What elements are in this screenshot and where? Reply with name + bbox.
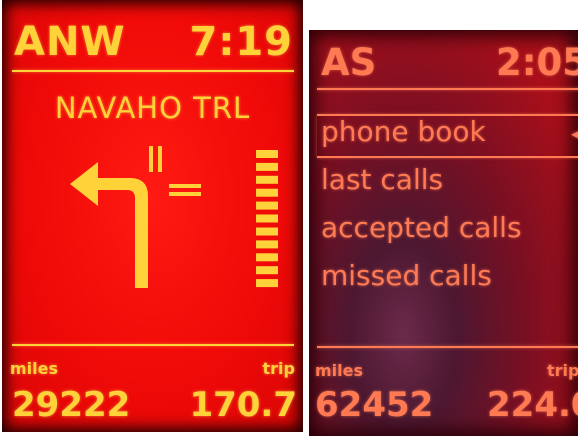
distance-bar-segment bbox=[256, 279, 278, 288]
navigation-display: ANW 7:19 NAVAHO TRL miles trip 29222 170… bbox=[2, 0, 303, 432]
distance-bar-segment bbox=[256, 201, 278, 210]
odometer-label: miles bbox=[10, 359, 59, 378]
footer-divider bbox=[12, 344, 294, 346]
screen: { "nav_display": { "station": "ANW", "ti… bbox=[0, 0, 578, 436]
odometer-value: 29222 bbox=[12, 385, 131, 425]
trip-label: trip bbox=[547, 361, 578, 380]
distance-bar-segment bbox=[256, 240, 278, 249]
distance-bar-segment bbox=[256, 188, 278, 197]
distance-bar-segment bbox=[256, 214, 278, 223]
distance-bar-segment bbox=[256, 227, 278, 236]
odometer-label: miles bbox=[315, 361, 364, 380]
distance-bar-icon bbox=[256, 150, 278, 288]
header-divider bbox=[12, 70, 294, 72]
menu-item-accepted-calls[interactable]: accepted calls bbox=[321, 214, 522, 242]
footer-divider bbox=[317, 346, 578, 348]
odometer-value: 62452 bbox=[315, 385, 434, 425]
distance-bar-segment bbox=[256, 253, 278, 262]
street-name: NAVAHO TRL bbox=[54, 91, 251, 125]
trip-label: trip bbox=[262, 359, 295, 378]
distance-bar-segment bbox=[256, 175, 278, 184]
header-divider bbox=[317, 88, 578, 90]
clock: 2:05 bbox=[496, 41, 578, 84]
crossroad-icon bbox=[149, 146, 201, 196]
phone-menu-display: AS 2:05 phone book ◂ last calls accepted… bbox=[309, 30, 578, 436]
trip-value: 224.0 bbox=[487, 385, 578, 425]
selection-arrow-icon: ◂ bbox=[571, 121, 578, 145]
distance-bar-segment bbox=[256, 266, 278, 275]
menu-item-last-calls[interactable]: last calls bbox=[321, 166, 443, 194]
distance-bar-segment bbox=[256, 162, 278, 171]
station-name: ANW bbox=[14, 19, 126, 65]
distance-bar-segment bbox=[256, 150, 278, 158]
menu-item-phone-book[interactable]: phone book bbox=[321, 118, 486, 146]
trip-value: 170.7 bbox=[189, 385, 297, 425]
menu-item-missed-calls[interactable]: missed calls bbox=[321, 262, 492, 290]
station-name: AS bbox=[321, 41, 377, 84]
clock: 7:19 bbox=[189, 19, 293, 65]
